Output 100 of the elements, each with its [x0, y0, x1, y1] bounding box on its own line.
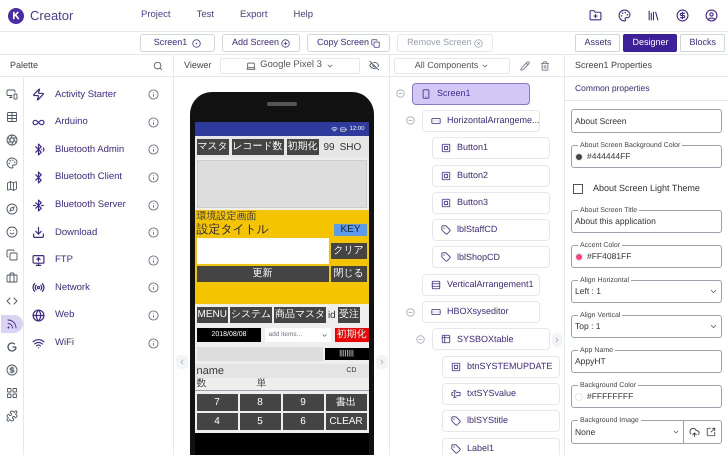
keypad-key[interactable]: 4 [196, 413, 238, 430]
settings-title: 設定タイトル [196, 222, 268, 237]
keypad-key[interactable]: 5 [240, 413, 280, 430]
info-icon[interactable] [148, 200, 159, 211]
app-button[interactable]: レコード数 [232, 139, 284, 155]
info-icon[interactable] [148, 310, 159, 322]
palette-item[interactable]: Web [24, 302, 173, 330]
app-button[interactable]: 受注 [338, 307, 360, 323]
info-icon[interactable] [148, 338, 159, 349]
palette-item[interactable]: WiFi [24, 329, 173, 357]
app-button[interactable]: マスタ [196, 139, 228, 155]
view-tab[interactable]: Designer [623, 34, 678, 52]
app-button[interactable]: クリア [330, 243, 366, 259]
component-node[interactable]: Button1 [432, 137, 550, 160]
palette-item-label: Activity Starter [55, 88, 118, 102]
component-name: HorizontalArrangeme... [447, 114, 540, 128]
checkbox[interactable] [573, 184, 583, 194]
search-icon[interactable] [153, 60, 163, 70]
palette-item[interactable]: Network [24, 274, 173, 302]
collapse-toggle-icon[interactable] [406, 116, 414, 126]
keypad-key[interactable]: CLEAR [326, 413, 366, 430]
component-name: txtSYSvalue [467, 387, 516, 400]
keypad-key[interactable]: 書出 [326, 394, 366, 411]
component-node[interactable]: lblShopCD [432, 246, 550, 268]
component-node[interactable]: Button3 [432, 192, 550, 214]
component-node[interactable]: Button2 [432, 164, 550, 187]
app-button[interactable]: 初期化 [286, 139, 318, 155]
unit-label: 単 [256, 379, 266, 389]
user-icon[interactable] [705, 9, 718, 22]
collapse-toggle-icon[interactable] [416, 334, 424, 344]
category-tab[interactable] [0, 315, 22, 333]
info-icon[interactable] [148, 254, 159, 266]
folder-icon[interactable] [589, 9, 602, 22]
view-tab[interactable]: Blocks [680, 34, 725, 52]
app-button[interactable]: 更新 [196, 266, 328, 282]
app-button[interactable]: 閉じる [330, 266, 366, 282]
keypad-key[interactable]: 9 [282, 394, 324, 411]
palette-item[interactable]: Bluetooth Client [24, 164, 173, 192]
library-icon[interactable] [647, 9, 660, 22]
component-filter[interactable]: All Components [394, 58, 510, 74]
palette-item-label: Download [55, 226, 98, 240]
edit-icon[interactable] [520, 60, 530, 70]
palette-item[interactable]: Bluetooth Admin [24, 136, 173, 164]
keypad-key[interactable]: 6 [282, 413, 324, 430]
settings-input[interactable] [196, 238, 328, 264]
component-node[interactable]: txtSYSvalue [442, 382, 560, 405]
menu-item[interactable]: Help [293, 8, 314, 23]
info-icon[interactable] [148, 89, 159, 100]
component-node[interactable]: HorizontalArrangeme... [422, 110, 540, 132]
table-icon [6, 111, 18, 123]
screen-selector[interactable]: Screen1 [140, 34, 215, 52]
collapse-toggle-icon[interactable] [406, 308, 414, 317]
device-dropdown[interactable]: Google Pixel 3 [220, 58, 360, 74]
dollar-icon[interactable] [676, 9, 689, 22]
component-node[interactable]: btnSYSTEMUPDATE [442, 356, 560, 378]
component-node[interactable]: lblSYStitle [442, 410, 560, 432]
palette-item[interactable]: Download [24, 218, 173, 247]
app-button[interactable]: MENU [196, 307, 228, 323]
keypad-key[interactable]: 7 [196, 394, 238, 411]
bluetooth-icon [32, 171, 45, 184]
info-icon[interactable] [148, 282, 159, 294]
upload-icon[interactable] [689, 426, 700, 438]
component-node[interactable]: Screen1 [412, 82, 530, 105]
palette-item-label: Bluetooth Admin [55, 142, 126, 157]
component-node[interactable]: VerticalArrangement1 [422, 274, 540, 296]
properties-tab[interactable]: Common properties [575, 82, 650, 95]
app-button[interactable]: 商品マスタ [274, 307, 326, 323]
eye-off-icon[interactable] [368, 60, 379, 71]
trash-icon[interactable] [540, 60, 550, 70]
palette-item[interactable]: Bluetooth Server [24, 191, 173, 219]
toolbar-button[interactable]: Copy Screen [307, 34, 390, 52]
info-icon[interactable] [148, 116, 159, 128]
component-node[interactable]: HBOXsyseditor [422, 301, 540, 324]
component-node[interactable]: Label1 [442, 438, 560, 455]
open-external-icon[interactable] [706, 427, 716, 437]
checkbox-label: About Screen Light Theme [593, 182, 700, 196]
menu-item[interactable]: Export [240, 8, 268, 23]
collapse-toggle-icon[interactable] [396, 89, 404, 98]
palette-item[interactable]: Arduino [24, 108, 173, 136]
component-node[interactable]: lblStaffCD [432, 219, 550, 242]
menu-item[interactable]: Project [141, 8, 171, 23]
palette-icon[interactable] [618, 9, 631, 22]
palette-item[interactable]: Activity Starter [24, 81, 173, 109]
palette-icon [6, 157, 18, 169]
component-node[interactable]: SYSBOXtable [432, 328, 550, 350]
monitor-icon [32, 254, 45, 267]
staff-code: 99 [324, 140, 335, 154]
info-icon[interactable] [148, 227, 159, 238]
palette-item[interactable]: FTP [24, 246, 173, 274]
reset-button[interactable]: 初期化 [334, 328, 368, 342]
info-icon[interactable] [148, 144, 159, 156]
view-tab[interactable]: Assets [575, 34, 620, 52]
toolbar-button[interactable]: Add Screen [222, 34, 300, 52]
keypad-key[interactable]: 8 [240, 394, 280, 411]
button-icon [441, 198, 451, 208]
menu-item[interactable]: Test [196, 8, 214, 23]
app-button[interactable]: システム [230, 307, 272, 323]
text-area[interactable]: About Screen [571, 109, 722, 133]
info-icon[interactable] [148, 172, 159, 184]
g-letter-icon [6, 341, 18, 353]
